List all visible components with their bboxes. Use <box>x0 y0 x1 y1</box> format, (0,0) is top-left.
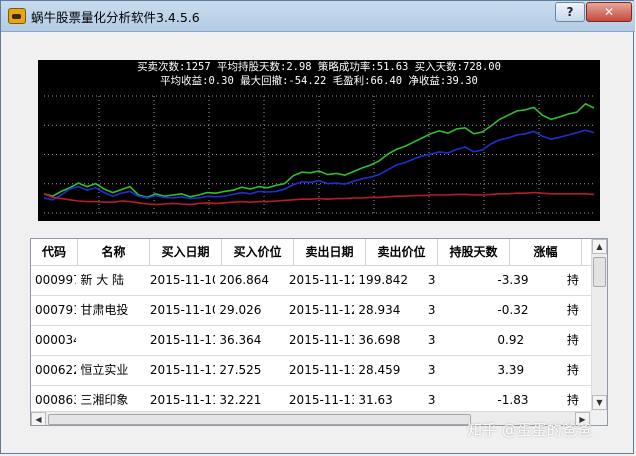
table-cell: 3.39 <box>497 363 525 377</box>
column-header[interactable]: 名称 <box>78 239 150 265</box>
scroll-corner <box>591 411 607 425</box>
table-cell: 2015-11-10 <box>149 303 216 317</box>
watermark: 知乎 @蛋蛋的爸爸 <box>467 421 592 439</box>
window-title: 蜗牛股票量化分析软件3.4.5.6 <box>31 10 200 25</box>
column-header[interactable]: 买入日期 <box>150 239 222 265</box>
table-cell: 3 <box>427 333 436 347</box>
help-button[interactable]: ? <box>555 2 585 22</box>
table-body: 000997 新 大 陆 2015-11-10 206.864 2015-11-12 19… <box>31 266 591 416</box>
table-cell: 28.459 <box>358 363 401 377</box>
table-cell: 3 <box>427 363 436 377</box>
table-cell: 持 <box>566 363 579 377</box>
table-cell: 199.842 <box>358 273 409 287</box>
table-cell: 持 <box>566 303 579 317</box>
column-header[interactable]: 代码 <box>31 239 78 265</box>
table-row[interactable]: 000622 恒立实业 2015-11-11 27.525 2015-11-13 28.4… <box>31 356 591 386</box>
equity-curve-chart: 买卖次数:1257 平均持股天数:2.98 策略成功率:51.63 买入天数:7… <box>38 60 600 221</box>
column-header[interactable]: 卖出日期 <box>294 239 366 265</box>
scroll-left-icon[interactable]: ◀ <box>31 412 46 425</box>
table-cell: 新 大 陆 <box>80 273 125 287</box>
table-cell: -3.39 <box>497 273 529 287</box>
strategy-stats: 买卖次数:1257 平均持股天数:2.98 策略成功率:51.63 买入天数:7… <box>38 60 600 88</box>
stats-line-2: 平均收益:0.30 最大回撤:-54.22 毛盈利:66.40 净收益:39.3… <box>160 75 478 87</box>
table-cell: 2015-11-13 <box>288 363 355 377</box>
table-cell: 28.934 <box>358 303 401 317</box>
table-cell: 000791 <box>35 303 77 317</box>
table-row[interactable]: 000791 甘肃电投 2015-11-10 29.026 2015-11-12 28.9… <box>31 296 591 326</box>
vertical-scrollbar[interactable]: ▲ ▼ <box>591 239 607 411</box>
series-line-0 <box>43 102 595 199</box>
series-line-2 <box>43 191 595 206</box>
scroll-down-icon[interactable]: ▼ <box>592 395 607 410</box>
table-cell: 27.525 <box>219 363 262 377</box>
table-cell: 000622 <box>35 363 77 377</box>
table-cell: 持 <box>566 333 579 347</box>
table-cell: 36.364 <box>219 333 262 347</box>
close-button[interactable]: ✕ <box>586 2 632 22</box>
table-cell: 29.026 <box>219 303 262 317</box>
table-cell: 恒立实业 <box>80 363 129 377</box>
column-header[interactable]: 持股天数 <box>438 239 510 265</box>
table-header: 代码 名称 买入日期 买入价位 卖出日期 卖出价位 持股天数 涨幅 <box>31 239 591 266</box>
table-cell: 2015-11-11 <box>149 363 216 377</box>
column-header[interactable]: 涨幅 <box>510 239 582 265</box>
app-window: 蜗牛股票量化分析软件3.4.5.6 ? ✕ 买卖次数:1257 平均持股天数:2… <box>0 0 635 454</box>
table-cell: 2015-11-13 <box>288 333 355 347</box>
table-cell: -0.32 <box>497 303 529 317</box>
trades-table[interactable]: 代码 名称 买入日期 买入价位 卖出日期 卖出价位 持股天数 涨幅 000997 新 大 陆 20… <box>30 238 608 426</box>
table-cell: 持 <box>566 273 579 287</box>
vertical-scroll-thumb[interactable] <box>593 257 606 287</box>
horizontal-scroll-thumb[interactable] <box>48 414 471 425</box>
table-cell: 000997 <box>35 273 77 287</box>
table-cell: 2015-11-11 <box>149 333 216 347</box>
table-cell: 2015-11-12 <box>288 303 355 317</box>
table-cell <box>76 326 146 356</box>
stats-line-1: 买卖次数:1257 平均持股天数:2.98 策略成功率:51.63 买入天数:7… <box>137 61 501 73</box>
table-cell: 2015-11-10 <box>149 273 216 287</box>
column-header[interactable]: 卖出价位 <box>366 239 438 265</box>
column-header[interactable]: 买入价位 <box>222 239 294 265</box>
table-cell: 000034 <box>35 333 77 347</box>
table-cell: 甘肃电投 <box>80 303 129 317</box>
table-cell: 0.92 <box>497 333 525 347</box>
table-cell: 36.698 <box>358 333 401 347</box>
title-bar[interactable]: 蜗牛股票量化分析软件3.4.5.6 ? ✕ <box>1 1 635 32</box>
table-row[interactable]: 000997 新 大 陆 2015-11-10 206.864 2015-11-12 19… <box>31 266 591 296</box>
table-cell: 206.864 <box>219 273 270 287</box>
table-row[interactable]: 000034 2015-11-11 36.364 2015-11-13 36.698 3 0… <box>31 326 591 356</box>
scroll-up-icon[interactable]: ▲ <box>592 239 607 254</box>
snail-app-icon <box>8 8 26 24</box>
table-cell: 3 <box>427 303 436 317</box>
table-cell: 2015-11-12 <box>288 273 355 287</box>
table-cell: 3 <box>427 273 436 287</box>
